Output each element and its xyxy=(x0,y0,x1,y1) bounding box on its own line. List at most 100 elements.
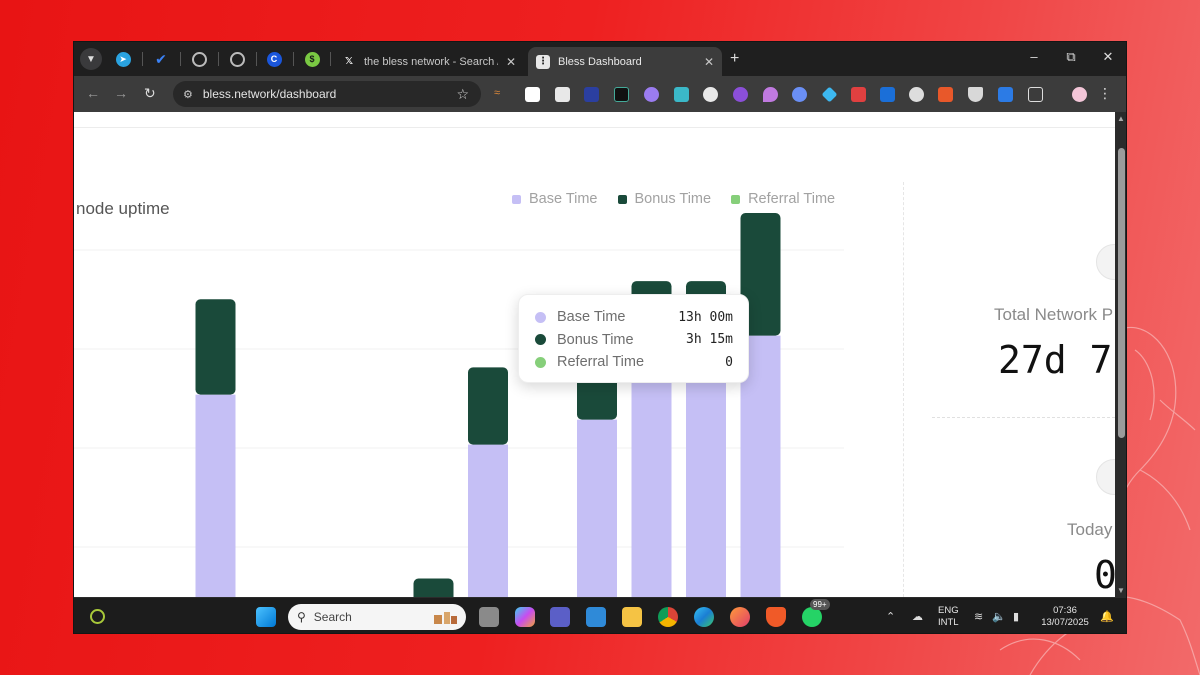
extension-shield-icon[interactable] xyxy=(968,87,983,102)
pinned-tab-check[interactable]: ✔ xyxy=(152,50,170,68)
browser-window: ▼ ➤ ✔ C $ 𝕏 the bless network - Search /… xyxy=(73,41,1127,634)
panel-divider xyxy=(903,182,904,597)
pinned-tab-telegram[interactable]: ➤ xyxy=(114,50,132,68)
new-tab-button[interactable]: + xyxy=(730,50,739,68)
extension-pin-icon[interactable] xyxy=(763,87,778,102)
tooltip-row-base-time: Base Time 13h 00m xyxy=(535,306,733,329)
extension-orange-icon[interactable] xyxy=(938,87,953,102)
extension-dark-icon[interactable] xyxy=(614,87,629,102)
close-tab-icon[interactable]: ✕ xyxy=(704,55,714,69)
show-hidden-icons-chevron-icon[interactable]: ⌃ xyxy=(886,610,895,623)
tooltip-swatch xyxy=(535,334,546,346)
onedrive-cloud-icon[interactable]: ☁ xyxy=(912,610,923,623)
x-logo-icon: 𝕏 xyxy=(344,56,354,67)
language-code: ENG xyxy=(938,605,959,616)
volume-icon[interactable]: 🔈 xyxy=(992,610,1006,623)
minimize-button[interactable]: – xyxy=(1024,49,1044,64)
profile-avatar[interactable] xyxy=(1072,87,1087,102)
extensions-puzzle-icon[interactable] xyxy=(1028,87,1043,102)
pinned-tab-globe-1[interactable] xyxy=(190,50,208,68)
whatsapp-icon[interactable] xyxy=(802,607,822,627)
brave-icon[interactable] xyxy=(766,607,786,627)
bookmark-star-icon[interactable]: ☆ xyxy=(456,86,469,103)
battery-icon[interactable]: ▮ xyxy=(1013,610,1019,623)
edge-icon[interactable] xyxy=(694,607,714,627)
extension-red-icon[interactable] xyxy=(851,87,866,102)
extension-k-icon[interactable] xyxy=(998,87,1013,102)
back-arrow-icon[interactable]: ← xyxy=(86,85,100,101)
extension-black-white-icon[interactable] xyxy=(525,87,540,102)
browser-menu-icon[interactable]: ⋮ xyxy=(1098,85,1112,102)
taskbar-search-box[interactable]: ⚲ Search xyxy=(288,604,466,630)
tooltip-swatch xyxy=(535,356,546,368)
close-tab-icon[interactable]: ✕ xyxy=(506,55,516,69)
page-scrollbar[interactable]: ▲ ▼ xyxy=(1115,112,1126,597)
extension-diamond-icon[interactable] xyxy=(821,86,838,103)
bar-segment-base-time[interactable] xyxy=(577,419,617,597)
c-logo-icon: C xyxy=(266,51,282,67)
notifications-bell-icon[interactable]: 🔔 xyxy=(1100,610,1114,623)
forward-arrow-icon[interactable]: → xyxy=(114,85,128,101)
store-icon[interactable] xyxy=(586,607,606,627)
pinned-tab-dollar[interactable]: $ xyxy=(303,50,321,68)
checkmark-icon: ✔ xyxy=(155,50,167,67)
tab-title: the bless network - Search / X xyxy=(364,55,498,68)
chrome-icon[interactable] xyxy=(658,607,678,627)
tab-x-search[interactable]: 𝕏 the bless network - Search / X ✕ xyxy=(334,47,524,76)
extension-wave-icon[interactable]: ≈ xyxy=(494,87,509,102)
tab-separator xyxy=(293,52,294,66)
extension-hex-icon[interactable] xyxy=(909,87,924,102)
url-text[interactable]: bless.network/dashboard xyxy=(203,87,457,101)
extension-blue-square-icon[interactable] xyxy=(880,87,895,102)
pinned-tab-globe-2[interactable] xyxy=(228,50,246,68)
tooltip-value: 13h 00m xyxy=(678,309,733,325)
extension-violet-icon[interactable] xyxy=(733,87,748,102)
scroll-up-icon[interactable]: ▲ xyxy=(1117,114,1125,123)
site-settings-icon[interactable]: ⚙ xyxy=(183,88,193,101)
extension-blue-icon[interactable] xyxy=(584,87,599,102)
extension-shark-icon[interactable] xyxy=(792,87,807,102)
scroll-down-icon[interactable]: ▼ xyxy=(1117,586,1125,595)
widgets-icon[interactable] xyxy=(90,609,105,624)
tab-separator xyxy=(256,52,257,66)
tab-bless-dashboard[interactable]: ⋮ Bless Dashboard ✕ xyxy=(528,47,722,76)
close-window-button[interactable]: ✕ xyxy=(1098,49,1118,65)
language-indicator[interactable]: ENG INTL xyxy=(938,605,959,629)
copilot-icon[interactable] xyxy=(515,607,535,627)
tooltip-swatch xyxy=(535,311,546,323)
bar-segment-bonus-time[interactable] xyxy=(195,299,236,395)
file-explorer-icon[interactable] xyxy=(622,607,642,627)
bar-segment-base-time[interactable] xyxy=(468,444,508,597)
windows-taskbar: ⚲ Search 99+ ⌃ ☁ ENG INTL ≋ 🔈 ▮ 07:36 13… xyxy=(74,597,1126,633)
extension-purple-icon[interactable] xyxy=(644,87,659,102)
tab-separator xyxy=(142,52,143,66)
bar-segment-bonus-time[interactable] xyxy=(468,367,508,445)
address-bar[interactable]: ⚙ bless.network/dashboard ☆ xyxy=(173,81,481,107)
bless-logo-icon: ⋮ xyxy=(536,54,550,69)
scrollbar-thumb[interactable] xyxy=(1118,148,1125,438)
task-view-icon[interactable] xyxy=(479,607,499,627)
firefox-icon[interactable] xyxy=(730,607,750,627)
extension-circle-icon[interactable] xyxy=(703,87,718,102)
wifi-icon[interactable]: ≋ xyxy=(974,610,983,623)
browser-toolbar: ← → ↻ ⚙ bless.network/dashboard ☆ ≈ ⋮ xyxy=(74,76,1126,112)
bar-segment-base-time[interactable] xyxy=(195,394,236,597)
uptime-bar-chart xyxy=(74,213,844,598)
reload-icon[interactable]: ↻ xyxy=(144,85,156,102)
pinned-tab-c[interactable]: C xyxy=(265,50,283,68)
clock-date: 13/07/2025 xyxy=(1041,617,1089,628)
telegram-icon: ➤ xyxy=(115,51,131,67)
extension-grid-icon[interactable] xyxy=(555,87,570,102)
bar-segment-bonus-time[interactable] xyxy=(413,578,454,598)
teams-icon[interactable] xyxy=(550,607,570,627)
restore-button[interactable]: ⧉ xyxy=(1061,49,1081,65)
clock[interactable]: 07:36 13/07/2025 xyxy=(1036,605,1094,629)
total-network-value: 27d 7 xyxy=(998,338,1113,382)
start-windows-icon[interactable] xyxy=(256,607,276,627)
extension-m-icon[interactable] xyxy=(674,87,689,102)
tooltip-label: Referral Time xyxy=(557,354,645,371)
page-viewport: node uptime Base Time Bonus Time Referra… xyxy=(74,112,1115,597)
tab-search-button[interactable]: ▼ xyxy=(80,48,102,70)
globe-icon xyxy=(191,51,207,67)
tooltip-label: Base Time xyxy=(557,309,626,326)
